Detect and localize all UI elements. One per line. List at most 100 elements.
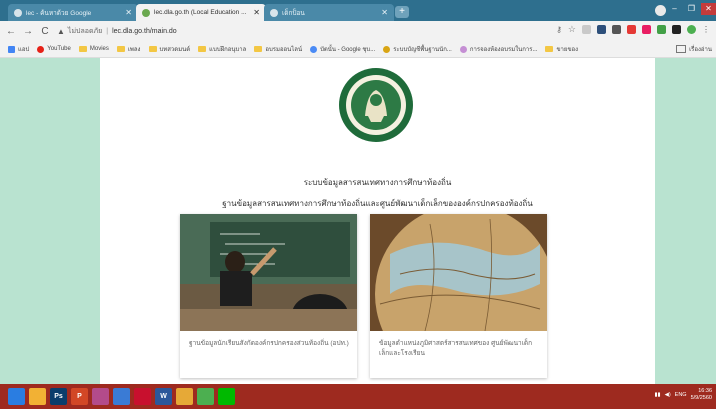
extension-icon[interactable] [582, 25, 591, 34]
main-content: ระบบข้อมูลสารสนเทศทางการศึกษาท้องถิ่น ฐา… [100, 58, 655, 384]
acrobat-icon[interactable] [134, 388, 151, 405]
close-window-button[interactable]: ✕ [701, 3, 716, 15]
bookmark-label: การจองห้องอบรมในการ... [469, 47, 538, 53]
bookmark-item[interactable]: บัตนั้น - Google ชุบ... [310, 44, 375, 54]
system-tray: ▮▮ ◀) ENG 16:36 5/9/2560 [655, 388, 712, 402]
clock[interactable]: 16:36 5/9/2560 [691, 388, 712, 402]
volume-icon[interactable]: ◀) [665, 392, 671, 398]
bookmark-label: ระบบบัญชีพื้นฐานนัก... [393, 47, 452, 53]
bookmark-label: YouTube [47, 46, 71, 52]
key-icon[interactable]: ⚷ [556, 25, 562, 34]
media-icon[interactable] [92, 388, 109, 405]
folder-icon[interactable] [176, 388, 193, 405]
bookmark-item[interactable]: แอป [8, 44, 29, 54]
file-explorer-icon[interactable] [29, 388, 46, 405]
google-icon [14, 8, 22, 17]
classroom-image [180, 214, 357, 331]
profile-icon[interactable] [655, 5, 666, 16]
page-subtitle: ฐานข้อมูลสารสนเทศทางการศึกษาท้องถิ่นและศ… [222, 199, 533, 208]
bookmarks-bar: แอป YouTube Movies เพลง บทสวดมนต์ แบบฝึกอนุบา… [0, 41, 716, 58]
new-tab-button[interactable]: + [395, 6, 409, 18]
bookmark-label: เพลง [127, 47, 141, 53]
bookmark-label: บัตนั้น - Google ชุบ... [320, 47, 376, 53]
site-icon [459, 45, 467, 53]
extension-icon[interactable] [597, 25, 606, 34]
chrome-icon[interactable] [197, 388, 214, 405]
bookmark-item[interactable]: ระบบบัญชีพื้นฐานนัก... [383, 44, 452, 54]
bookmark-label: Movies [89, 46, 109, 52]
close-tab-icon[interactable]: ✕ [125, 8, 132, 17]
student-database-card[interactable]: ฐานข้อมูลนักเรียนสังกัดองค์กรปกครองส่วนท… [180, 214, 357, 378]
globe-image [370, 214, 547, 331]
page-title: ระบบข้อมูลสารสนเทศทางการศึกษาท้องถิ่น [303, 178, 452, 187]
language-indicator[interactable]: ENG [675, 392, 687, 398]
network-icon[interactable]: ▮▮ [655, 392, 661, 398]
url-text[interactable]: lec.dla.go.th/main.do [112, 28, 177, 35]
other-bookmarks[interactable]: เรื่องอ่าน [676, 44, 712, 54]
close-tab-icon[interactable]: ✕ [381, 8, 388, 17]
site-icon [142, 8, 150, 17]
folder-icon [78, 46, 87, 52]
security-label: ไม่ปลอดภัย [67, 27, 103, 35]
powerpoint-icon[interactable]: P [71, 388, 88, 405]
extension-icon[interactable] [612, 25, 621, 34]
apps-icon [8, 45, 15, 53]
bookmark-label: บทสวดมนต์ [159, 47, 191, 53]
minimize-button[interactable]: – [667, 3, 682, 15]
address-bar[interactable]: ▲ ไม่ปลอดภัย | lec.dla.go.th/main.do [57, 24, 617, 38]
extension-icon[interactable] [627, 25, 636, 34]
browser-icon[interactable] [113, 388, 130, 405]
site-icon [37, 45, 45, 53]
bookmark-label: อบรมออนไลน์ [265, 47, 303, 53]
tab-label: lec.dla.go.th (Local Education ... [154, 9, 247, 16]
folder-icon [198, 46, 207, 52]
window-controls: – ❐ ✕ [667, 3, 716, 16]
reload-button[interactable]: C [39, 26, 51, 37]
tab-strip: lec - ค้นหาด้วย Google ✕ lec.dla.go.th (… [0, 0, 716, 21]
folder-icon [148, 46, 157, 52]
bookmark-label: แอป [18, 47, 30, 53]
line-icon[interactable] [218, 388, 235, 405]
warning-icon: ▲ [57, 26, 65, 36]
extension-icon[interactable] [687, 25, 696, 34]
extension-icon[interactable] [642, 25, 651, 34]
photoshop-icon[interactable]: Ps [50, 388, 67, 405]
folder-icon [116, 46, 125, 52]
site-icon [270, 8, 278, 17]
clock-date: 5/9/2560 [690, 395, 712, 401]
bookmark-item[interactable]: ขายของ [545, 44, 578, 54]
site-icon [383, 45, 391, 53]
separator: | [106, 27, 109, 35]
bookmark-item[interactable]: Movies [78, 46, 109, 52]
folder-icon [254, 46, 263, 52]
extension-icon[interactable] [672, 25, 681, 34]
folder-icon [676, 45, 687, 53]
card-caption: ฐานข้อมูลนักเรียนสังกัดองค์กรปกครองส่วนท… [189, 340, 349, 347]
bookmark-item[interactable]: แบบฝึกอนุบาล [198, 44, 246, 54]
extension-icons: ⚷ ☆ ⋮ [556, 24, 710, 35]
tab-google-search[interactable]: lec - ค้นหาด้วย Google ✕ [8, 4, 138, 21]
gis-card[interactable]: ข้อมูลตำแหน่งภูมิศาสตร์สารสนเทศของ ศูนย์… [370, 214, 547, 378]
tab-label: เด็กป็อน [282, 9, 305, 17]
bookmark-item[interactable]: บทสวดมนต์ [148, 44, 191, 54]
close-tab-icon[interactable]: ✕ [253, 8, 260, 17]
back-button[interactable]: ← [5, 26, 17, 37]
tab-lec-dla[interactable]: lec.dla.go.th (Local Education ... ✕ [136, 4, 266, 21]
windows-icon[interactable] [8, 388, 25, 405]
bookmark-item[interactable]: อบรมออนไลน์ [254, 44, 302, 54]
bookmark-item[interactable]: YouTube [37, 45, 71, 53]
extension-icon[interactable] [657, 25, 666, 34]
bookmark-item[interactable]: การจองห้องอบรมในการ... [459, 44, 538, 54]
department-emblem-logo [339, 68, 413, 142]
word-icon[interactable]: W [155, 388, 172, 405]
forward-button[interactable]: → [22, 26, 34, 37]
maximize-button[interactable]: ❐ [684, 3, 699, 15]
windows-taskbar: ▮▮ ◀) ENG 16:36 5/9/2560 Ps P W [0, 384, 716, 409]
bookmark-item[interactable]: เพลง [116, 44, 141, 54]
tab-third[interactable]: เด็กป็อน ✕ [264, 4, 394, 21]
site-icon [310, 45, 318, 53]
clock-time: 16:36 [698, 388, 712, 394]
menu-icon[interactable]: ⋮ [702, 25, 710, 34]
card-caption: ข้อมูลตำแหน่งภูมิศาสตร์สารสนเทศของ ศูนย์… [379, 340, 533, 357]
star-icon[interactable]: ☆ [568, 24, 576, 35]
